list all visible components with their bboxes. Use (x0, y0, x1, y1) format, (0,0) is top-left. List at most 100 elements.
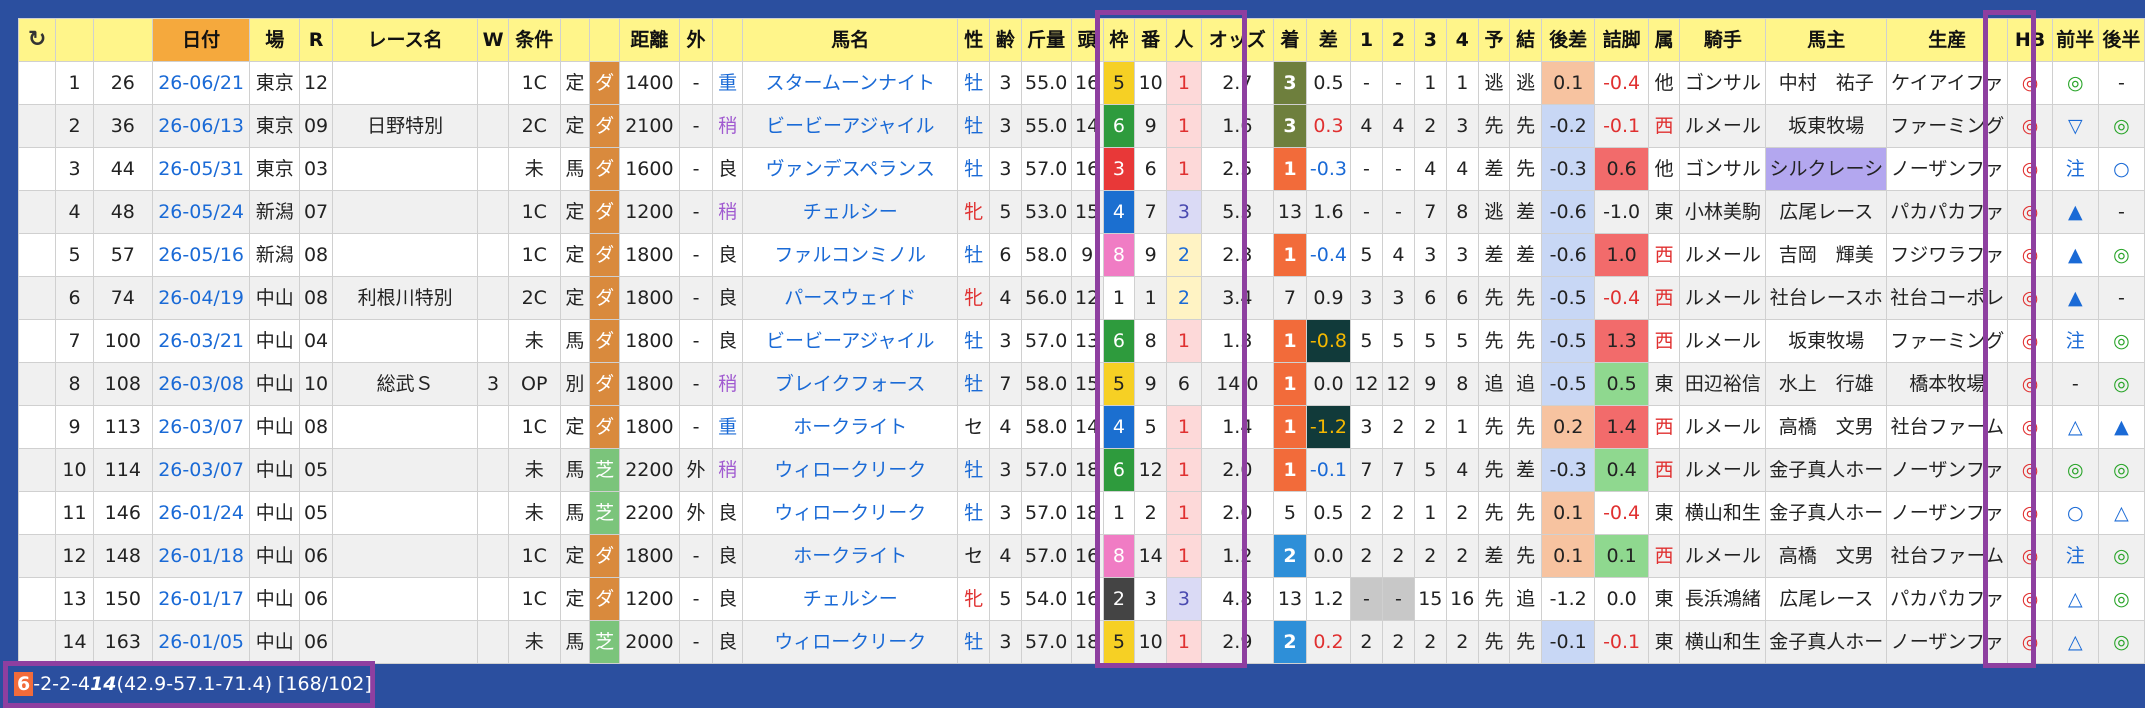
table-row[interactable]: 9 113 26-03/07 中山 08 1C 定ダ 1800- 重ホークライトセ 4 58.0 14… (18, 405, 2145, 449)
col-w[interactable]: W (477, 18, 509, 62)
row-selector[interactable] (18, 233, 57, 277)
col-breeder[interactable]: 生産 (1886, 18, 2009, 62)
cell-horse[interactable]: ウィロークリーク (741, 491, 959, 535)
table-row[interactable]: 2 36 26-06/13 東京 09 日野特別 2C 定ダ 2100- 稍ビービーアジャイル牡 3… (18, 104, 2145, 148)
col-corner4[interactable]: 4 (1445, 18, 1479, 62)
refresh-button[interactable]: ↻ (18, 18, 57, 62)
col-surface[interactable] (589, 18, 621, 62)
col-cond2[interactable] (559, 18, 591, 62)
cell-date[interactable]: 26-06/13 (151, 104, 251, 148)
row-selector[interactable] (18, 104, 57, 148)
col-zoku[interactable]: 属 (1647, 18, 1681, 62)
row-selector[interactable] (18, 61, 57, 105)
col-horse[interactable]: 馬名 (741, 18, 959, 62)
col-going[interactable] (712, 18, 743, 62)
col-yoso[interactable]: 予 (1477, 18, 1511, 62)
col-popularity[interactable]: 人 (1166, 18, 1202, 62)
col-heads[interactable]: 頭 (1070, 18, 1104, 62)
cell-horse[interactable]: ウィロークリーク (741, 448, 959, 492)
cell-date[interactable]: 26-03/21 (151, 319, 251, 363)
cell-horse[interactable]: ホークライト (741, 405, 959, 449)
col-race-no[interactable]: R (299, 18, 333, 62)
table-row[interactable]: 10 114 26-03/07 中山 05 未馬芝 2200 外稍ウィロークリーク牡 3 57.0… (18, 448, 2145, 492)
col-distance[interactable]: 距離 (619, 18, 680, 62)
cell-horse[interactable]: チェルシー (741, 577, 959, 621)
table-row[interactable]: 4 48 26-05/24 新潟 07 1C 定ダ 1200- 稍チェルシー牝 5 53.0 15 4 7… (18, 190, 2145, 234)
cell-date[interactable]: 26-05/31 (151, 147, 251, 191)
table-row[interactable]: 14 163 26-01/05 中山 06 未馬芝 2000- 良ウィロークリーク牡 3 57.0… (18, 620, 2145, 664)
cell-date[interactable]: 26-03/08 (151, 362, 251, 406)
col-weight[interactable]: 斤量 (1020, 18, 1072, 62)
row-selector[interactable] (18, 620, 57, 664)
table-row[interactable]: 3 44 26-05/31 東京 03 未馬ダ 1600- 良ヴァンデスペランス牡 3 57.0 1… (18, 147, 2145, 191)
col-race-name[interactable]: レース名 (331, 18, 479, 62)
col-finish[interactable]: 着 (1273, 18, 1307, 62)
col-owner[interactable]: 馬主 (1765, 18, 1888, 62)
row-selector[interactable] (18, 448, 57, 492)
cell-horse[interactable]: ホークライト (741, 534, 959, 578)
cell-surface: ダ (589, 319, 621, 363)
cell-zoku: 東 (1647, 190, 1681, 234)
cell-date[interactable]: 26-01/05 (151, 620, 251, 664)
cell-horse[interactable]: チェルシー (741, 190, 959, 234)
table-row[interactable]: 12 148 26-01/18 中山 06 1C 定ダ 1800- 良ホークライトセ 4 57.0 1… (18, 534, 2145, 578)
table-row[interactable]: 5 57 26-05/16 新潟 08 1C 定ダ 1800- 良ファルコンミノル牡 6 58.0 9… (18, 233, 2145, 277)
col-date[interactable]: 日付 (151, 18, 251, 62)
col-kosa[interactable]: 後差 (1540, 18, 1596, 62)
col-outer[interactable]: 外 (678, 18, 714, 62)
col-zenhan[interactable]: 前半 (2051, 18, 2099, 62)
col-umaban[interactable]: 番 (1134, 18, 1168, 62)
table-row[interactable]: 13 150 26-01/17 中山 06 1C 定ダ 1200- 良チェルシー牝 5 54.0 16… (18, 577, 2145, 621)
col-sex[interactable]: 性 (957, 18, 991, 62)
col-id[interactable] (92, 18, 153, 62)
cell-horse[interactable]: ビービーアジャイル (741, 104, 959, 148)
cell-date[interactable]: 26-03/07 (151, 448, 251, 492)
row-selector[interactable] (18, 362, 57, 406)
col-corner2[interactable]: 2 (1381, 18, 1415, 62)
cell-date[interactable]: 26-05/24 (151, 190, 251, 234)
col-diff[interactable]: 差 (1305, 18, 1351, 62)
table-row[interactable]: 1 26 26-06/21 東京 12 1C 定ダ 1400- 重スタームーンナイト牡 3 55.0… (18, 61, 2145, 105)
table-row[interactable]: 8 108 26-03/08 中山 10 総武Ｓ 3 OP 別ダ 1800- 稍ブレイクフォース牡 7… (18, 362, 2145, 406)
cell-date[interactable]: 26-01/24 (151, 491, 251, 535)
col-waku[interactable]: 枠 (1102, 18, 1136, 62)
cell-horse[interactable]: ヴァンデスペランス (741, 147, 959, 191)
row-selector[interactable] (18, 491, 57, 535)
col-corner1[interactable]: 1 (1349, 18, 1383, 62)
cell-date[interactable]: 26-05/16 (151, 233, 251, 277)
cell-horse[interactable]: ブレイクフォース (741, 362, 959, 406)
row-selector[interactable] (18, 190, 57, 234)
cell-race-name (331, 620, 479, 664)
table-row[interactable]: 6 74 26-04/19 中山 08 利根川特別 2C 定ダ 1800- 良パースウェイド牝 4 5… (18, 276, 2145, 320)
col-venue[interactable]: 場 (249, 18, 301, 62)
row-selector[interactable] (18, 577, 57, 621)
cell-date[interactable]: 26-01/17 (151, 577, 251, 621)
col-result[interactable]: 結 (1509, 18, 1542, 62)
row-selector[interactable] (18, 276, 57, 320)
cell-date[interactable]: 26-03/07 (151, 405, 251, 449)
cell-date[interactable]: 26-01/18 (151, 534, 251, 578)
table-row[interactable]: 11 146 26-01/24 中山 05 未馬芝 2200 外良ウィロークリーク牡 3 57.0… (18, 491, 2145, 535)
row-selector[interactable] (18, 147, 57, 191)
col-cond[interactable]: 条件 (507, 18, 561, 62)
col-hb[interactable]: HB (2007, 18, 2053, 62)
row-selector[interactable] (18, 319, 57, 363)
col-tsume[interactable]: 詰脚 (1594, 18, 1649, 62)
col-age[interactable]: 齢 (989, 18, 1022, 62)
cell-date[interactable]: 26-04/19 (151, 276, 251, 320)
col-jockey[interactable]: 騎手 (1679, 18, 1767, 62)
table-row[interactable]: 7 100 26-03/21 中山 04 未馬ダ 1800- 良ビービーアジャイル牡 3 57.0… (18, 319, 2145, 363)
cell-horse[interactable]: スタームーンナイト (741, 61, 959, 105)
cell-horse[interactable]: ファルコンミノル (741, 233, 959, 277)
cell-heads: 15 (1070, 190, 1104, 234)
cell-horse[interactable]: ウィロークリーク (741, 620, 959, 664)
col-odds[interactable]: オッズ (1200, 18, 1275, 62)
cell-horse[interactable]: ビービーアジャイル (741, 319, 959, 363)
row-selector[interactable] (18, 405, 57, 449)
cell-horse[interactable]: パースウェイド (741, 276, 959, 320)
col-no[interactable] (55, 18, 94, 62)
col-kohan[interactable]: 後半 (2097, 18, 2145, 62)
row-selector[interactable] (18, 534, 57, 578)
col-corner3[interactable]: 3 (1413, 18, 1447, 62)
cell-date[interactable]: 26-06/21 (151, 61, 251, 105)
